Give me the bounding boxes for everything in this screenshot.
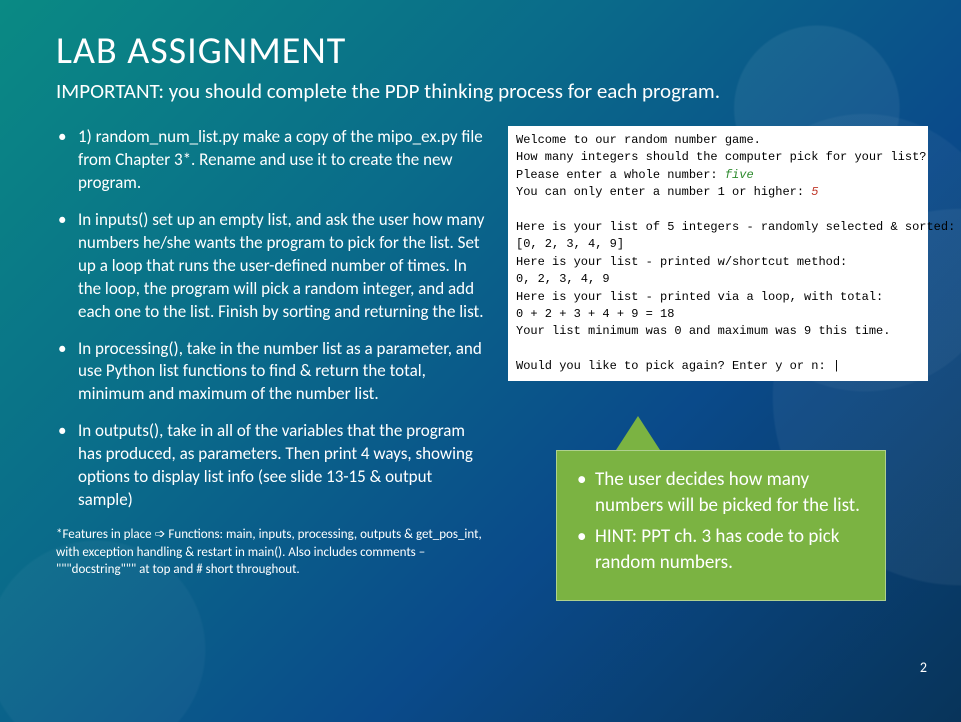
bullet-item: In outputs(), take in all of the variabl… [56, 420, 486, 512]
page-number: 2 [920, 659, 927, 676]
console-line: Here is your list - printed w/shortcut m… [516, 255, 847, 269]
slide: LAB ASSIGNMENT IMPORTANT: you should com… [0, 0, 961, 722]
slide-title: LAB ASSIGNMENT [56, 28, 925, 74]
footnote-text: *Features in place ➩ Functions: main, in… [56, 526, 486, 579]
console-line: Would you like to pick again? Enter y or… [516, 359, 840, 373]
bullet-item: In processing(), take in the number list… [56, 338, 486, 407]
console-line: Your list minimum was 0 and maximum was … [516, 324, 890, 338]
console-line: [0, 2, 3, 4, 9] [516, 237, 624, 251]
slide-subtitle: IMPORTANT: you should complete the PDP t… [56, 78, 925, 104]
callout-list: The user decides how many numbers will b… [575, 467, 867, 576]
console-line: Here is your list of 5 integers - random… [516, 220, 955, 234]
console-output: Welcome to our random number game. How m… [508, 126, 928, 381]
console-line: Please enter a whole number: [516, 168, 725, 182]
bullet-item: In inputs() set up an empty list, and as… [56, 209, 486, 324]
console-user-input: five [725, 168, 754, 182]
console-line: 0, 2, 3, 4, 9 [516, 272, 610, 286]
console-line: Welcome to our random number game. [516, 133, 761, 147]
bullet-item: 1) random_num_list.py make a copy of the… [56, 126, 486, 195]
body-columns: 1) random_num_list.py make a copy of the… [56, 126, 925, 579]
bullet-list: 1) random_num_list.py make a copy of the… [56, 126, 486, 512]
console-user-input: 5 [811, 185, 818, 199]
callout-item: The user decides how many numbers will b… [575, 467, 867, 518]
callout-pointer-icon [616, 416, 660, 450]
console-line: You can only enter a number 1 or higher: [516, 185, 811, 199]
left-column: 1) random_num_list.py make a copy of the… [56, 126, 486, 579]
right-column: Welcome to our random number game. How m… [508, 126, 928, 579]
console-line: Here is your list - printed via a loop, … [516, 290, 883, 304]
console-line: 0 + 2 + 3 + 4 + 9 = 18 [516, 307, 674, 321]
callout-box: The user decides how many numbers will b… [556, 450, 886, 601]
console-line: How many integers should the computer pi… [516, 150, 926, 164]
callout-container: The user decides how many numbers will b… [556, 416, 886, 601]
callout-item: HINT: PPT ch. 3 has code to pick random … [575, 524, 867, 575]
